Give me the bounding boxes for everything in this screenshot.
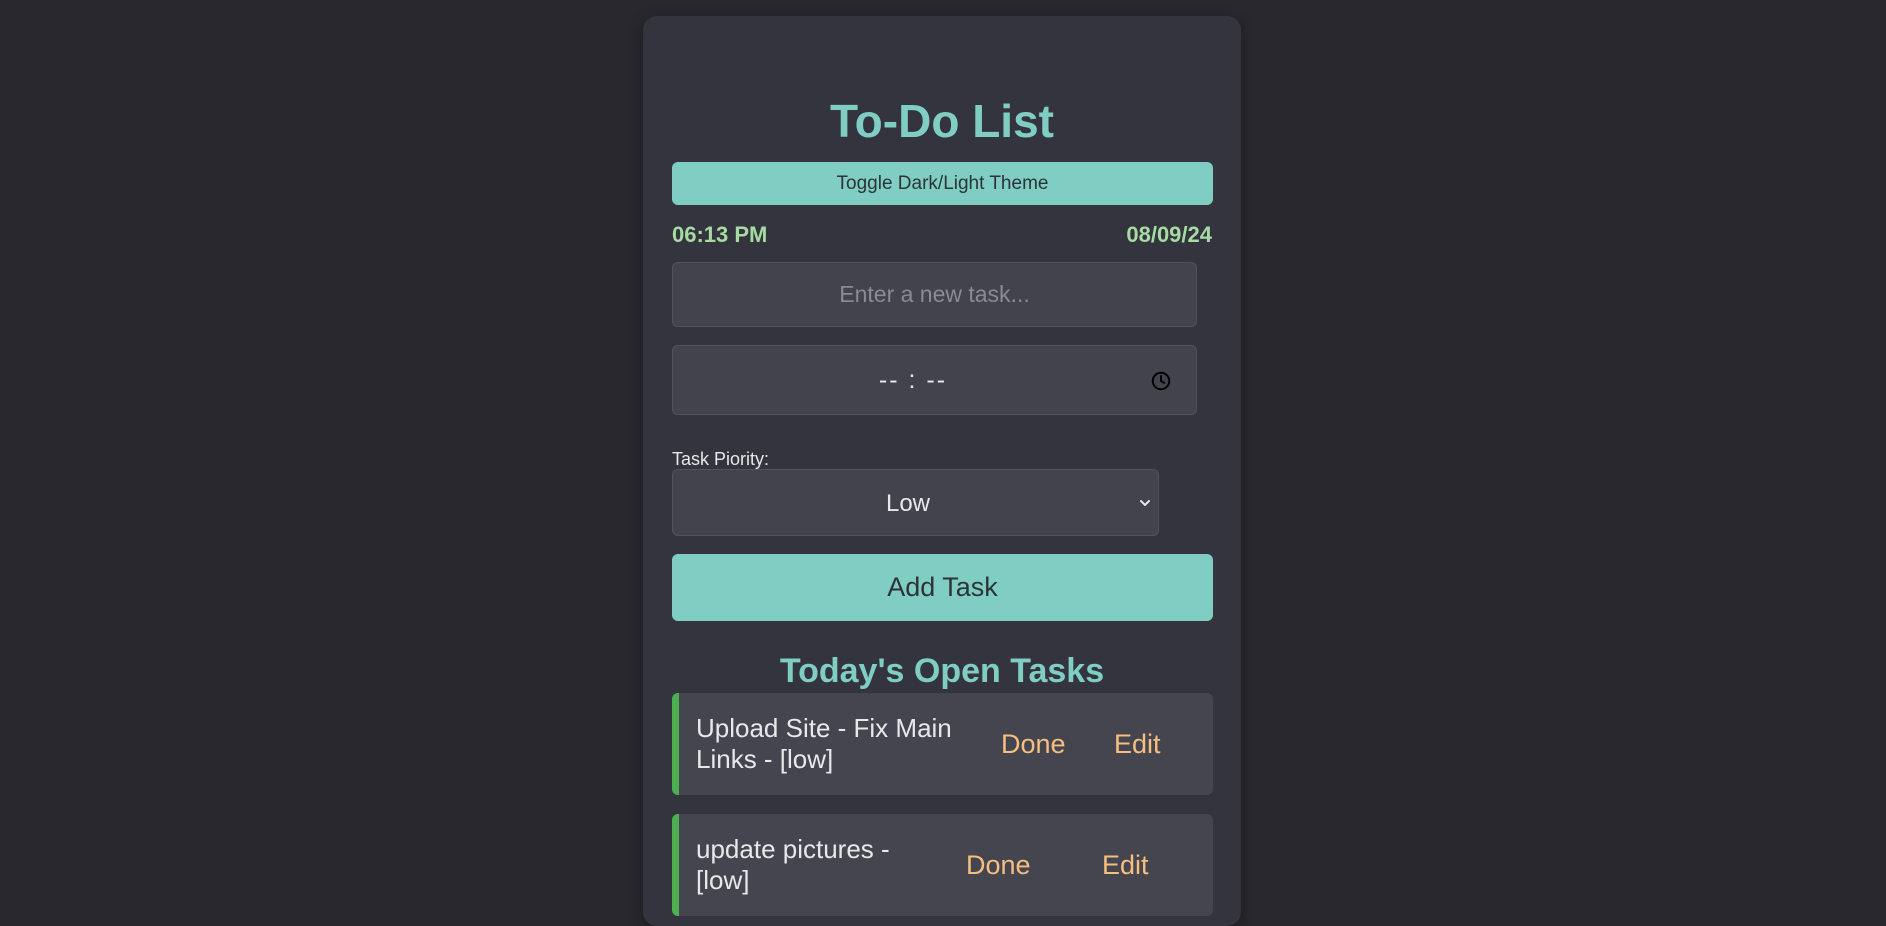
task-text-line: [low] bbox=[696, 865, 750, 895]
clock-icon[interactable] bbox=[1150, 370, 1172, 392]
task-time-input[interactable]: -- : -- bbox=[672, 345, 1197, 415]
time-value: -- : -- bbox=[878, 366, 948, 394]
task-item: update pictures - [low] Done Edit bbox=[672, 814, 1213, 916]
add-task-button[interactable]: Add Task bbox=[672, 554, 1213, 621]
priority-select[interactable]: Low bbox=[672, 469, 1159, 536]
todo-card: To-Do List Toggle Dark/Light Theme 06:13… bbox=[643, 16, 1241, 926]
done-button[interactable]: Done bbox=[1001, 729, 1066, 760]
task-item: Upload Site - Fix Main Links - [low] Don… bbox=[672, 693, 1213, 795]
new-task-input[interactable] bbox=[672, 262, 1197, 327]
task-text: update pictures - [low] bbox=[696, 834, 890, 896]
open-tasks-title: Today's Open Tasks bbox=[779, 652, 1105, 690]
edit-button[interactable]: Edit bbox=[1102, 850, 1149, 881]
current-time: 06:13 PM bbox=[672, 222, 768, 247]
current-date: 08/09/24 bbox=[1126, 222, 1212, 247]
task-text-line: update pictures - bbox=[696, 834, 890, 864]
task-text-line: Upload Site - Fix Main bbox=[696, 713, 952, 743]
toggle-theme-button[interactable]: Toggle Dark/Light Theme bbox=[672, 162, 1213, 205]
priority-selected-value: Low bbox=[885, 490, 931, 517]
page-title: To-Do List bbox=[830, 95, 1054, 147]
task-text: Upload Site - Fix Main Links - [low] bbox=[696, 713, 952, 775]
edit-button[interactable]: Edit bbox=[1114, 729, 1161, 760]
task-text-line: Links - [low] bbox=[696, 744, 834, 774]
priority-label: Task Piority: bbox=[672, 449, 770, 469]
done-button[interactable]: Done bbox=[966, 850, 1031, 881]
chevron-down-icon bbox=[1140, 500, 1150, 506]
